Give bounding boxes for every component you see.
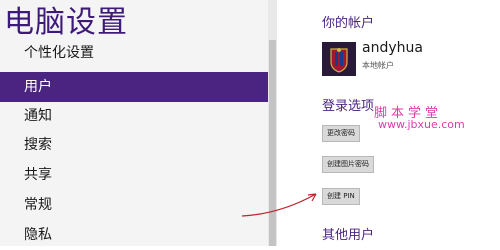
other-users-heading: 其他用户	[322, 228, 375, 243]
nav-item-general[interactable]: 常规	[0, 190, 268, 220]
red-arrow-icon	[241, 193, 317, 217]
left-pane: 电脑设置 个性化设置 用户 通知 搜索 共享 常规 隐私	[0, 0, 268, 246]
username: andyhua	[362, 40, 423, 56]
nav-item-notifications[interactable]: 通知	[0, 101, 268, 131]
nav-item-personalize[interactable]: 个性化设置	[0, 38, 268, 68]
change-password-button[interactable]: 更改密码	[322, 125, 360, 142]
create-pin-button[interactable]: 创建 PIN	[322, 188, 360, 205]
account-type-label: 本地帐户	[362, 61, 394, 70]
watermark-url: www.jbxue.com	[378, 118, 465, 131]
avatar-crest-icon	[322, 42, 356, 76]
nav-item-search[interactable]: 搜索	[0, 130, 268, 160]
nav-item-users[interactable]: 用户	[0, 72, 268, 102]
nav-item-share[interactable]: 共享	[0, 160, 268, 190]
login-options-heading: 登录选项	[322, 99, 375, 114]
your-account-heading: 你的帐户	[322, 16, 375, 31]
page-title: 电脑设置	[4, 5, 128, 40]
create-picture-password-button[interactable]: 创建图片密码	[322, 156, 374, 173]
avatar	[322, 42, 356, 76]
